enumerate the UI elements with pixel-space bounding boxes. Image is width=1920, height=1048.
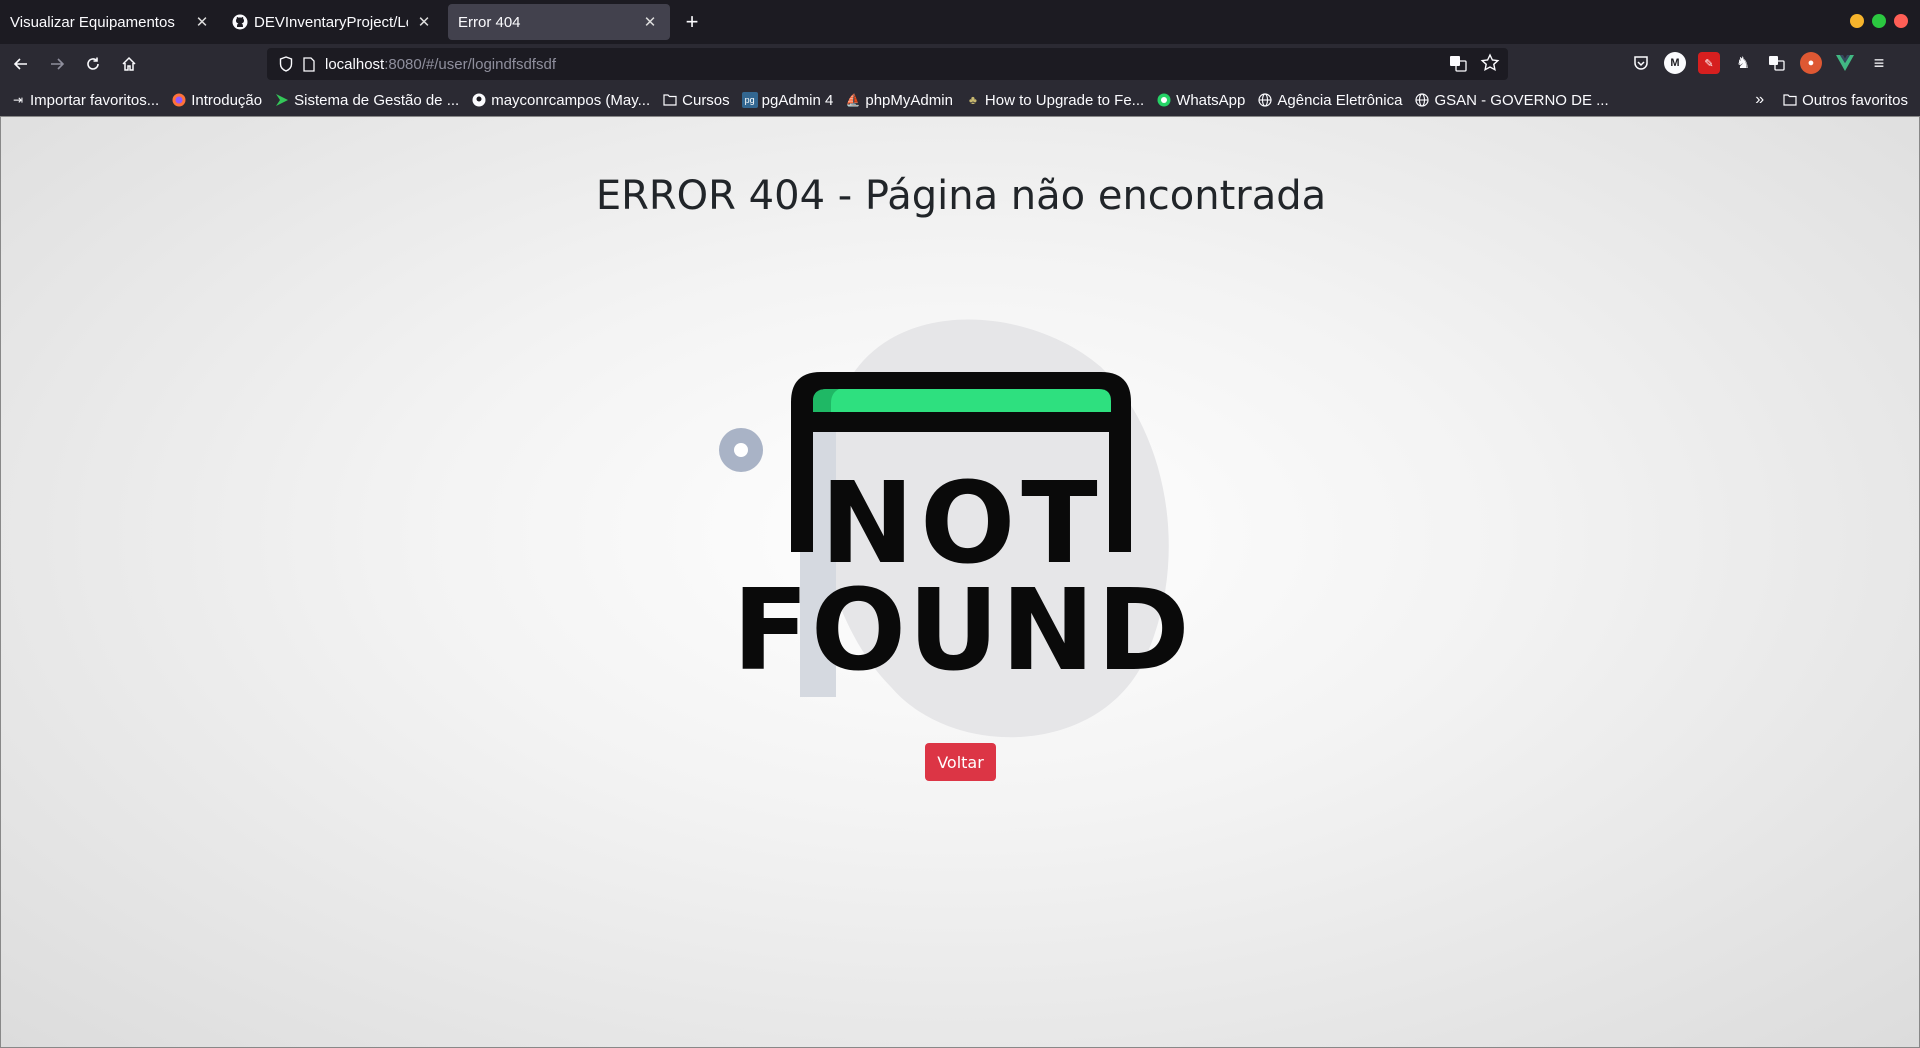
tab-title: DEVInventaryProject/Logi (254, 13, 408, 31)
extension-red-icon[interactable]: ✎ (1698, 52, 1720, 74)
bookmark-folder-cursos[interactable]: Cursos (662, 92, 730, 109)
close-icon[interactable]: ✕ (192, 12, 212, 32)
firefox-icon (171, 92, 187, 108)
bookmark-label: WhatsApp (1176, 91, 1246, 109)
globe-icon (1257, 92, 1273, 108)
url-path: :8080/#/user/logindfsdfsdf (384, 55, 556, 73)
duckduckgo-icon[interactable]: ● (1800, 52, 1822, 74)
bookmark-sistema-gestao[interactable]: Sistema de Gestão de ... (274, 92, 459, 109)
github-icon (471, 92, 487, 108)
bookmark-label: Agência Eletrônica (1277, 91, 1403, 109)
green-band (813, 389, 1111, 412)
close-icon[interactable]: ✕ (414, 12, 434, 32)
found-text: FOUND (732, 566, 1191, 696)
globe-icon (1414, 92, 1430, 108)
minimize-button[interactable] (1850, 14, 1864, 28)
bookmark-label: Sistema de Gestão de ... (294, 91, 460, 109)
pgadmin-icon: pg (741, 92, 758, 108)
chevron-more-icon[interactable]: » (1755, 91, 1764, 109)
tab-title: Error 404 (458, 13, 521, 31)
bookmark-label: Cursos (682, 91, 730, 109)
tab-error-404[interactable]: Error 404 ✕ (448, 4, 670, 40)
phpmyadmin-icon: ⛵ (845, 93, 861, 107)
url-host: localhost (325, 55, 385, 73)
bookmark-gsan[interactable]: GSAN - GOVERNO DE ... (1414, 91, 1609, 109)
bookmark-label: Outros favoritos (1802, 91, 1908, 109)
folder-icon (662, 92, 678, 108)
url-bar[interactable]: localhost:8080/#/user/logindfsdfsdf (267, 48, 1508, 80)
arrow-icon (274, 92, 290, 108)
bookmark-label: Introdução (191, 91, 263, 109)
shield-icon[interactable] (279, 56, 293, 72)
bookmark-label: phpMyAdmin (865, 91, 953, 109)
import-icon: ⇥ (12, 93, 24, 107)
reload-icon[interactable] (78, 49, 108, 79)
bookmark-upgrade-fedora[interactable]: ♣ How to Upgrade to Fe... (965, 92, 1144, 109)
fedora-icon: ♣ (968, 93, 977, 107)
navigation-bar: localhost:8080/#/user/logindfsdfsdf M ✎ … (0, 44, 1920, 84)
tab-github-project[interactable]: DEVInventaryProject/Logi ✕ (222, 4, 444, 40)
new-tab-button[interactable]: + (678, 8, 706, 36)
whatsapp-icon (1156, 92, 1172, 108)
bookmark-introducao[interactable]: Introdução (171, 92, 262, 109)
extension-m-icon[interactable]: M (1664, 52, 1686, 74)
star-icon[interactable] (1480, 53, 1500, 77)
tab-visualizar-equipamentos[interactable]: Visualizar Equipamentos ✕ (0, 4, 222, 40)
translate-extension-icon[interactable] (1766, 52, 1788, 74)
home-icon[interactable] (114, 49, 144, 79)
menu-icon[interactable]: ≡ (1868, 52, 1890, 74)
extension-toolbar: M ✎ ♞ ● ≡ (1630, 52, 1890, 74)
tab-strip: Visualizar Equipamentos ✕ DEVInventaryPr… (0, 0, 1920, 44)
bookmark-whatsapp[interactable]: WhatsApp (1156, 92, 1245, 109)
bookmark-phpmyadmin[interactable]: ⛵ phpMyAdmin (845, 92, 953, 109)
bookmarks-bar: ⇥ Importar favoritos... Introdução Siste… (0, 84, 1920, 116)
back-arrow-icon[interactable] (6, 49, 36, 79)
folder-icon (1782, 92, 1798, 108)
vue-devtools-icon[interactable] (1834, 52, 1856, 74)
close-window-button[interactable] (1894, 14, 1908, 28)
bookmark-label: GSAN - GOVERNO DE ... (1434, 91, 1609, 109)
page-icon (303, 56, 315, 72)
back-button[interactable]: Voltar (925, 743, 996, 781)
maximize-button[interactable] (1872, 14, 1886, 28)
page-title: ERROR 404 - Página não encontrada (595, 173, 1327, 219)
page-content: ERROR 404 - Página não encontrada NOT FO… (0, 116, 1920, 1048)
pocket-icon[interactable] (1630, 52, 1652, 74)
not-found-illustration: NOT FOUND (719, 319, 1191, 738)
window-controls (1850, 14, 1908, 28)
bookmark-label: mayconrcampos (May... (491, 91, 651, 109)
translate-icon[interactable] (1448, 53, 1468, 77)
bookmark-label: Importar favoritos... (30, 91, 160, 109)
tab-title: Visualizar Equipamentos (10, 13, 175, 31)
bookmark-agencia-eletronica[interactable]: Agência Eletrônica (1257, 92, 1402, 109)
bookmark-outros-favoritos[interactable]: Outros favoritos (1782, 92, 1908, 109)
bookmark-pgadmin[interactable]: pg pgAdmin 4 (741, 91, 834, 109)
forward-arrow-icon[interactable] (42, 49, 72, 79)
extension-dark-icon[interactable]: ♞ (1732, 52, 1754, 74)
close-icon[interactable]: ✕ (640, 12, 660, 32)
bookmark-importar[interactable]: ⇥ Importar favoritos... (10, 92, 159, 109)
bookmark-label: pgAdmin 4 (761, 91, 834, 109)
bookmark-label: How to Upgrade to Fe... (984, 91, 1145, 109)
github-icon (232, 14, 248, 30)
bookmark-mayconrcampos[interactable]: mayconrcampos (May... (471, 92, 650, 109)
